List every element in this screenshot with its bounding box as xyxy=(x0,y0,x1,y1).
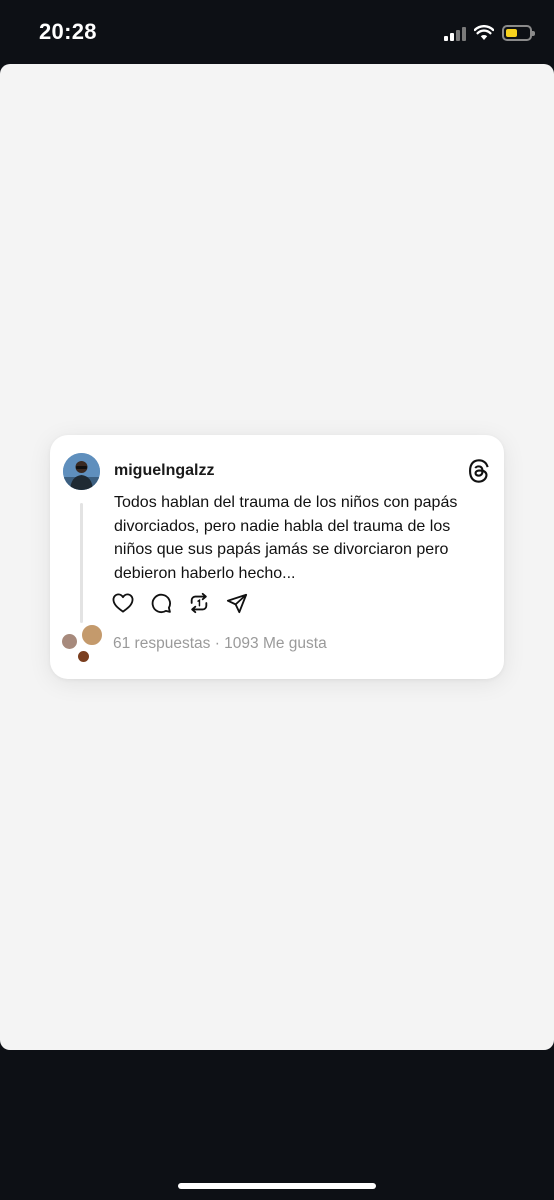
stats-separator: · xyxy=(214,635,220,652)
threads-logo-icon xyxy=(469,459,489,483)
battery-icon xyxy=(502,25,535,41)
replies-count[interactable]: 61 respuestas xyxy=(113,635,210,652)
reply-avatars[interactable] xyxy=(60,623,105,665)
thread-line xyxy=(80,503,83,623)
status-bar: 20:28 xyxy=(0,0,554,64)
signal-icon xyxy=(444,25,466,41)
status-icons xyxy=(444,22,535,44)
avatar xyxy=(80,623,104,647)
comment-icon xyxy=(151,593,171,614)
avatar xyxy=(60,632,79,651)
post-text: Todos hablan del trauma de los niños con… xyxy=(114,494,458,582)
post-card[interactable]: miguelngalzz Todos hablan del trauma de … xyxy=(50,435,504,679)
share-icon xyxy=(226,593,248,614)
post-stats: 61 respuestas · 1093 Me gusta xyxy=(113,635,327,653)
repost-icon xyxy=(190,592,208,614)
likes-count[interactable]: 1093 Me gusta xyxy=(224,635,327,652)
heart-icon xyxy=(112,593,134,613)
action-bar xyxy=(112,592,248,614)
avatar xyxy=(76,649,91,664)
comment-button[interactable] xyxy=(150,592,172,614)
share-button[interactable] xyxy=(226,592,248,614)
username[interactable]: miguelngalzz xyxy=(114,462,214,480)
status-time: 20:28 xyxy=(39,19,97,44)
phone-screen: 20:28 miguelngalzz Todos hablan del trau… xyxy=(0,0,554,1200)
wifi-icon xyxy=(474,25,494,40)
home-indicator[interactable] xyxy=(178,1183,376,1189)
repost-button[interactable] xyxy=(188,592,210,614)
avatar[interactable] xyxy=(63,453,100,490)
like-button[interactable] xyxy=(112,592,134,614)
